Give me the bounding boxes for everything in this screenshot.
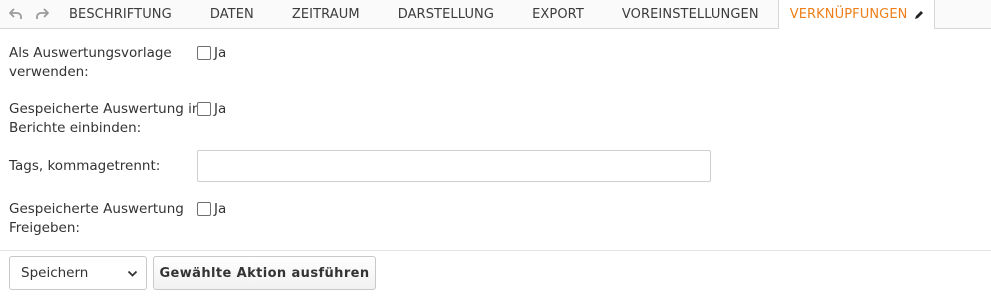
- include-reports-checkbox[interactable]: [197, 102, 211, 116]
- include-reports-label-line2: Berichte einbinden:: [9, 120, 142, 136]
- tab-daten[interactable]: DATEN: [191, 0, 273, 28]
- share-checkbox-group: Ja: [197, 201, 226, 217]
- template-label: Als Auswertungsvorlage verwenden:: [9, 44, 172, 82]
- include-reports-label-line1: Gespeicherte Auswertung in: [9, 101, 201, 117]
- pencil-icon: [914, 10, 924, 20]
- template-checkbox-group: Ja: [197, 45, 226, 61]
- include-reports-label: Gespeicherte Auswertung in Berichte einb…: [9, 100, 200, 138]
- tab-export[interactable]: EXPORT: [513, 0, 603, 28]
- share-label-line1: Gespeicherte Auswertung: [9, 201, 184, 217]
- template-label-line1: Als Auswertungsvorlage: [9, 45, 172, 61]
- tab-beschriftung[interactable]: BESCHRIFTUNG: [55, 0, 191, 28]
- action-select[interactable]: Speichern: [9, 256, 147, 290]
- tags-label: Tags, kommagetrennt:: [9, 158, 161, 174]
- action-select-value: Speichern: [21, 265, 89, 281]
- tab-bar: BESCHRIFTUNG DATEN ZEITRAUM DARSTELLUNG …: [0, 0, 991, 29]
- redo-icon: [36, 8, 49, 19]
- redo-button[interactable]: [29, 0, 55, 28]
- share-checkbox-label[interactable]: Ja: [214, 201, 226, 217]
- include-reports-checkbox-group: Ja: [197, 101, 226, 117]
- tab-verknuepfungen[interactable]: VERKNÜPFUNGEN: [777, 0, 936, 29]
- include-reports-checkbox-label[interactable]: Ja: [214, 101, 226, 117]
- undo-icon: [9, 8, 22, 19]
- chevron-down-icon: [127, 270, 138, 277]
- tab-zeitraum[interactable]: ZEITRAUM: [273, 0, 379, 28]
- tab-verknuepfungen-label: VERKNÜPFUNGEN: [789, 7, 908, 22]
- template-checkbox-label[interactable]: Ja: [214, 45, 226, 61]
- execute-action-button[interactable]: Gewählte Aktion ausführen: [153, 256, 376, 290]
- template-checkbox[interactable]: [197, 46, 211, 60]
- tags-input[interactable]: [197, 150, 711, 182]
- tab-darstellung[interactable]: DARSTELLUNG: [379, 0, 513, 28]
- report-settings-panel: BESCHRIFTUNG DATEN ZEITRAUM DARSTELLUNG …: [0, 0, 991, 296]
- share-checkbox[interactable]: [197, 202, 211, 216]
- undo-button[interactable]: [3, 0, 29, 28]
- share-label-line2: Freigeben:: [9, 220, 80, 236]
- template-label-line2: verwenden:: [9, 64, 89, 80]
- tab-voreinstellungen[interactable]: VOREINSTELLUNGEN: [603, 0, 778, 28]
- footer-divider: [0, 250, 991, 251]
- share-label: Gespeicherte Auswertung Freigeben:: [9, 200, 184, 238]
